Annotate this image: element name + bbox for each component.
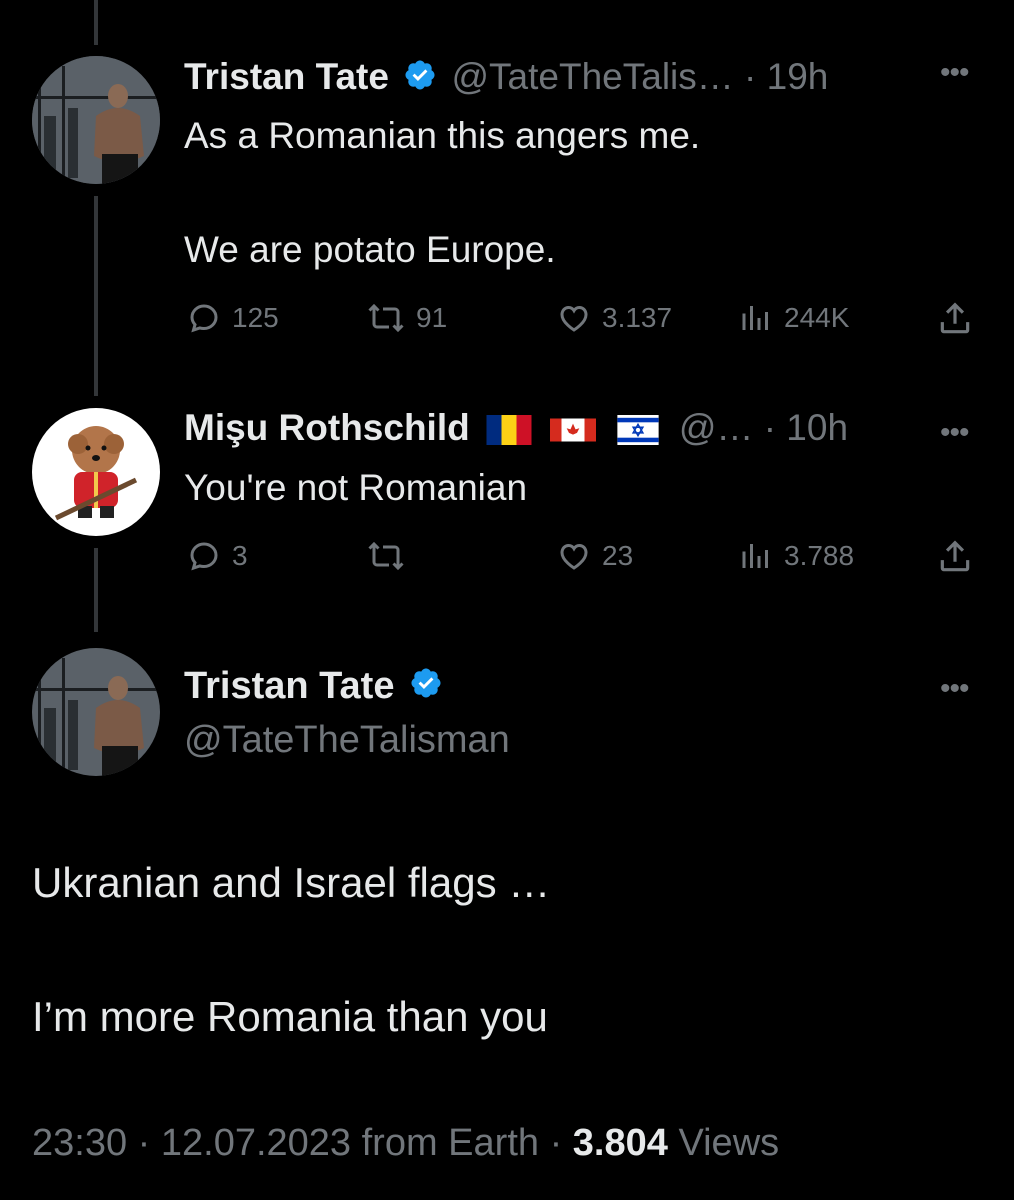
- reply-count: 3: [232, 540, 248, 571]
- tweet-source: from Earth: [361, 1122, 540, 1164]
- tweet-date[interactable]: 12.07.2023: [161, 1122, 351, 1164]
- tweet-text: You're not Romanian: [184, 467, 528, 508]
- more-dots-icon[interactable]: •••: [940, 674, 969, 704]
- israel-flag-icon: [616, 415, 659, 446]
- retweet-button[interactable]: [366, 538, 416, 574]
- more-dots-icon[interactable]: •••: [940, 418, 969, 448]
- reply-icon: [190, 542, 218, 571]
- retweet-icon: [368, 303, 404, 333]
- share-icon: [940, 540, 970, 572]
- like-count: 3.137: [602, 302, 673, 333]
- tweet-meta: 23:30 · 12.07.2023 from Earth · 3.804 Vi…: [32, 1122, 780, 1164]
- retweet-count: 91: [416, 302, 448, 333]
- tweet-text-line1: As a Romanian this angers me.: [184, 115, 701, 156]
- like-icon: [560, 305, 588, 332]
- author-name[interactable]: Tristan Tate: [184, 665, 394, 707]
- thread-line-2: [94, 548, 98, 632]
- author-name[interactable]: Mişu Rothschild: [184, 407, 470, 448]
- views-icon: [742, 306, 768, 330]
- thread-line-1: [94, 196, 98, 396]
- views-count: 3.804: [572, 1122, 668, 1164]
- handle-time[interactable]: @TateTheTalis… · 19h: [452, 56, 829, 97]
- retweet-button[interactable]: 91: [366, 300, 447, 336]
- reply-count: 125: [232, 302, 279, 333]
- tweet-text-line2: We are potato Europe.: [184, 229, 556, 270]
- romania-flag-icon: [486, 415, 532, 446]
- thread-line-top: [94, 0, 98, 45]
- reply-button[interactable]: 3: [186, 538, 248, 574]
- share-button[interactable]: [936, 538, 974, 576]
- handle-time[interactable]: @… · 10h: [679, 407, 848, 448]
- like-button[interactable]: 23: [556, 538, 633, 574]
- views-button[interactable]: 244K: [738, 300, 849, 336]
- views-label: Views: [678, 1122, 780, 1164]
- verified-badge-icon: [409, 666, 443, 710]
- tweet-time[interactable]: 23:30: [32, 1122, 127, 1164]
- retweet-icon: [368, 541, 404, 571]
- like-icon: [560, 543, 588, 570]
- more-dots-icon[interactable]: •••: [940, 58, 969, 88]
- like-count: 23: [602, 540, 634, 571]
- views-button[interactable]: 3.788: [738, 538, 854, 574]
- share-button[interactable]: [936, 300, 974, 338]
- verified-badge-icon: [403, 58, 437, 101]
- handle[interactable]: @TateTheTalisman: [184, 718, 510, 762]
- like-button[interactable]: 3.137: [556, 300, 672, 336]
- reply-button[interactable]: 125: [186, 300, 279, 336]
- share-icon: [940, 302, 970, 334]
- tweet-text-line2: I’m more Romania than you: [32, 993, 548, 1040]
- tweet-text-line1: Ukranian and Israel flags …: [32, 859, 551, 906]
- author-name[interactable]: Tristan Tate: [184, 56, 389, 97]
- reply-icon: [190, 304, 218, 333]
- views-icon: [742, 544, 768, 568]
- views-count: 244K: [784, 302, 850, 333]
- avatar[interactable]: [32, 408, 160, 536]
- canada-flag-icon: [550, 418, 597, 442]
- avatar[interactable]: [32, 56, 160, 184]
- views-count: 3.788: [784, 540, 855, 571]
- avatar[interactable]: [32, 648, 160, 776]
